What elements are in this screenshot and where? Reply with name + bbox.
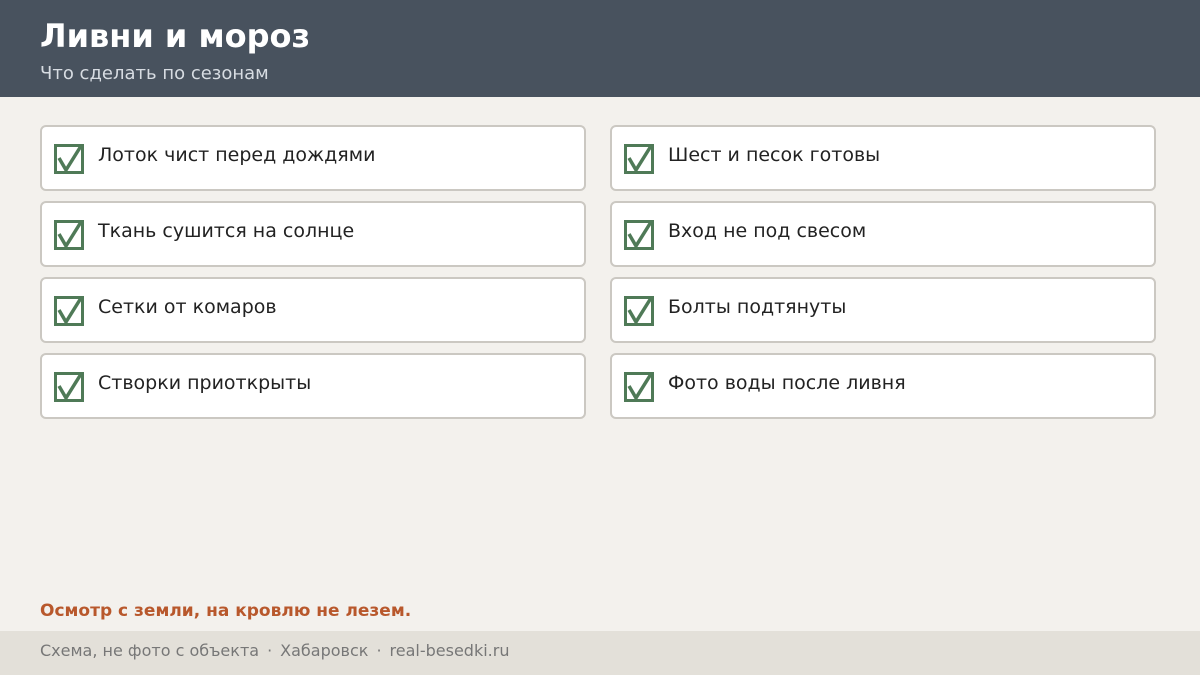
- footer: Схема, не фото с объекта · Хабаровск · real-…: [0, 631, 1200, 675]
- checklist-item[interactable]: Сетки от комаров: [40, 277, 586, 343]
- checklist-item[interactable]: Вход не под свесом: [610, 201, 1156, 267]
- checklist-item-label: Фото воды после ливня: [668, 372, 906, 394]
- footer-disclaimer: Схема, не фото с объекта: [40, 641, 260, 660]
- checkbox-checked-icon[interactable]: [54, 296, 84, 326]
- checklist-item-label: Болты подтянуты: [668, 296, 847, 318]
- checkbox-checked-icon[interactable]: [54, 372, 84, 402]
- checklist-item[interactable]: Створки приоткрыты: [40, 353, 586, 419]
- checklist-item-label: Шест и песок готовы: [668, 144, 881, 166]
- checklist-item[interactable]: Фото воды после ливня: [610, 353, 1156, 419]
- checkbox-checked-icon[interactable]: [624, 144, 654, 174]
- checklist: Лоток чист перед дождями Шест и песок го…: [40, 125, 1156, 419]
- checkbox-checked-icon[interactable]: [624, 296, 654, 326]
- checklist-item-label: Сетки от комаров: [98, 296, 277, 318]
- page-title: Ливни и мороз: [40, 17, 311, 55]
- checklist-item-label: Лоток чист перед дождями: [98, 144, 376, 166]
- checkbox-checked-icon[interactable]: [54, 220, 84, 250]
- page-subtitle: Что сделать по сезонам: [40, 63, 269, 84]
- footer-separator: ·: [267, 641, 273, 660]
- footer-site-link[interactable]: real-besedki.ru: [390, 641, 510, 660]
- checklist-item-label: Вход не под свесом: [668, 220, 867, 242]
- footer-separator: ·: [376, 641, 382, 660]
- footer-city: Хабаровск: [280, 641, 369, 660]
- checklist-item-label: Створки приоткрыты: [98, 372, 312, 394]
- checkbox-checked-icon[interactable]: [624, 220, 654, 250]
- checklist-item[interactable]: Лоток чист перед дождями: [40, 125, 586, 191]
- checklist-item-label: Ткань сушится на солнце: [98, 220, 355, 242]
- checklist-item[interactable]: Шест и песок готовы: [610, 125, 1156, 191]
- checkbox-checked-icon[interactable]: [624, 372, 654, 402]
- checklist-item[interactable]: Болты подтянуты: [610, 277, 1156, 343]
- checkbox-checked-icon[interactable]: [54, 144, 84, 174]
- header: Ливни и мороз Что сделать по сезонам: [0, 0, 1200, 97]
- footer-line: Схема, не фото с объекта · Хабаровск · real-…: [40, 640, 509, 662]
- safety-note: Осмотр с земли, на кровлю не лезем.: [40, 601, 412, 621]
- checklist-item[interactable]: Ткань сушится на солнце: [40, 201, 586, 267]
